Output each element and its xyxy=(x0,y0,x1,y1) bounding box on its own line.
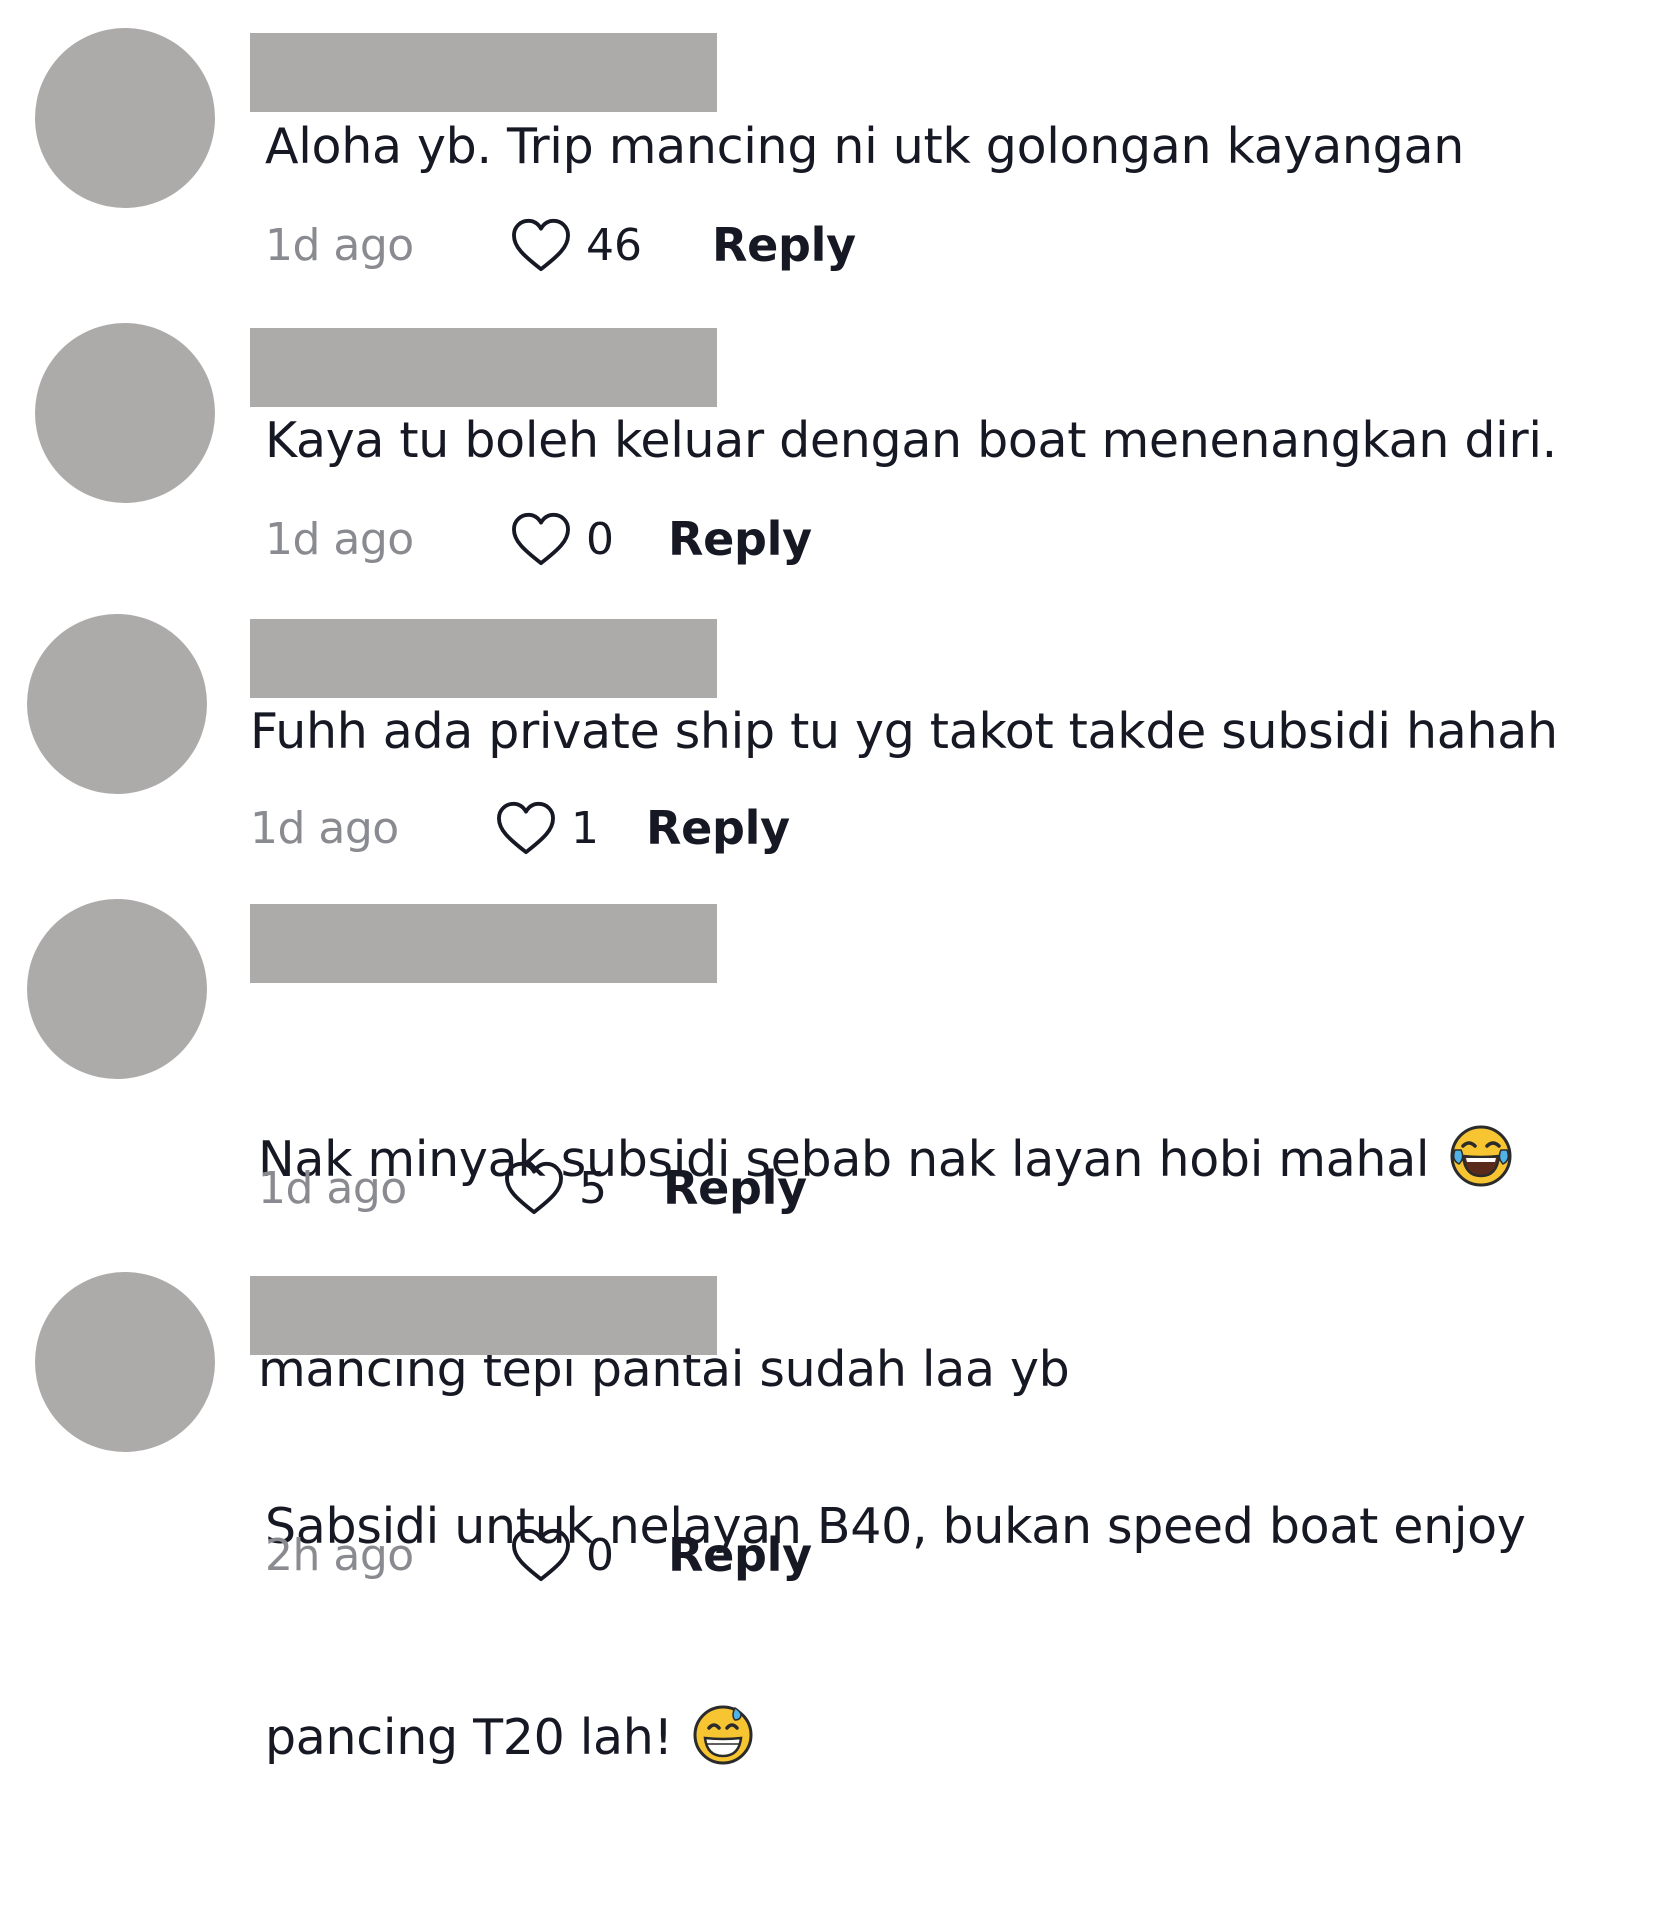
avatar[interactable] xyxy=(35,1272,215,1452)
reply-button[interactable]: Reply xyxy=(663,1161,807,1215)
comment-meta: 1d ago 46 Reply xyxy=(265,215,856,275)
heart-icon xyxy=(512,218,570,272)
comment-meta: 1d ago 5 Reply xyxy=(258,1158,807,1218)
like-count: 1 xyxy=(571,802,599,854)
heart-icon xyxy=(505,1161,563,1215)
avatar[interactable] xyxy=(27,899,207,1079)
comment-time: 1d ago xyxy=(250,802,399,854)
like-button[interactable]: 1 xyxy=(495,800,611,856)
like-button[interactable]: 0 xyxy=(510,511,626,567)
comment-text-line: pancing T20 lah! xyxy=(265,1709,673,1766)
reply-button[interactable]: Reply xyxy=(668,512,812,566)
comment-time: 1d ago xyxy=(258,1162,407,1214)
comment-text: Sabsidi untuk nelayan B40, bukan speed b… xyxy=(265,1352,1635,1913)
comment-meta: 2h ago 0 Reply xyxy=(265,1525,812,1585)
heart-icon xyxy=(512,512,570,566)
username-redacted[interactable] xyxy=(250,33,717,112)
comment-time: 2h ago xyxy=(265,1529,414,1581)
like-button[interactable]: 0 xyxy=(510,1527,626,1583)
avatar[interactable] xyxy=(35,323,215,503)
face-with-tears-of-joy-icon xyxy=(1450,1125,1512,1187)
grinning-face-with-sweat-icon xyxy=(693,1705,753,1765)
reply-button[interactable]: Reply xyxy=(668,1528,812,1582)
comment-meta: 1d ago 0 Reply xyxy=(265,509,812,569)
username-redacted[interactable] xyxy=(250,904,717,983)
heart-icon xyxy=(497,801,555,855)
like-count: 46 xyxy=(586,219,642,271)
username-redacted[interactable] xyxy=(250,619,717,698)
like-button[interactable]: 46 xyxy=(510,217,642,273)
comment-time: 1d ago xyxy=(265,513,414,565)
reply-button[interactable]: Reply xyxy=(646,801,790,855)
avatar[interactable] xyxy=(27,614,207,794)
username-redacted[interactable] xyxy=(250,1276,717,1355)
comment-meta: 1d ago 1 Reply xyxy=(250,798,790,858)
like-count: 5 xyxy=(579,1162,607,1214)
comment-text: Kaya tu boleh keluar dengan boat menenan… xyxy=(265,412,1557,469)
username-redacted[interactable] xyxy=(250,328,717,407)
like-button[interactable]: 5 xyxy=(503,1160,619,1216)
comment-time: 1d ago xyxy=(265,219,414,271)
like-count: 0 xyxy=(586,513,614,565)
avatar[interactable] xyxy=(35,28,215,208)
like-count: 0 xyxy=(586,1529,614,1581)
comment-text: Fuhh ada private ship tu yg takot takde … xyxy=(250,703,1558,760)
heart-icon xyxy=(512,1528,570,1582)
comment-text: Aloha yb. Trip mancing ni utk golongan k… xyxy=(265,118,1464,175)
reply-button[interactable]: Reply xyxy=(712,218,856,272)
